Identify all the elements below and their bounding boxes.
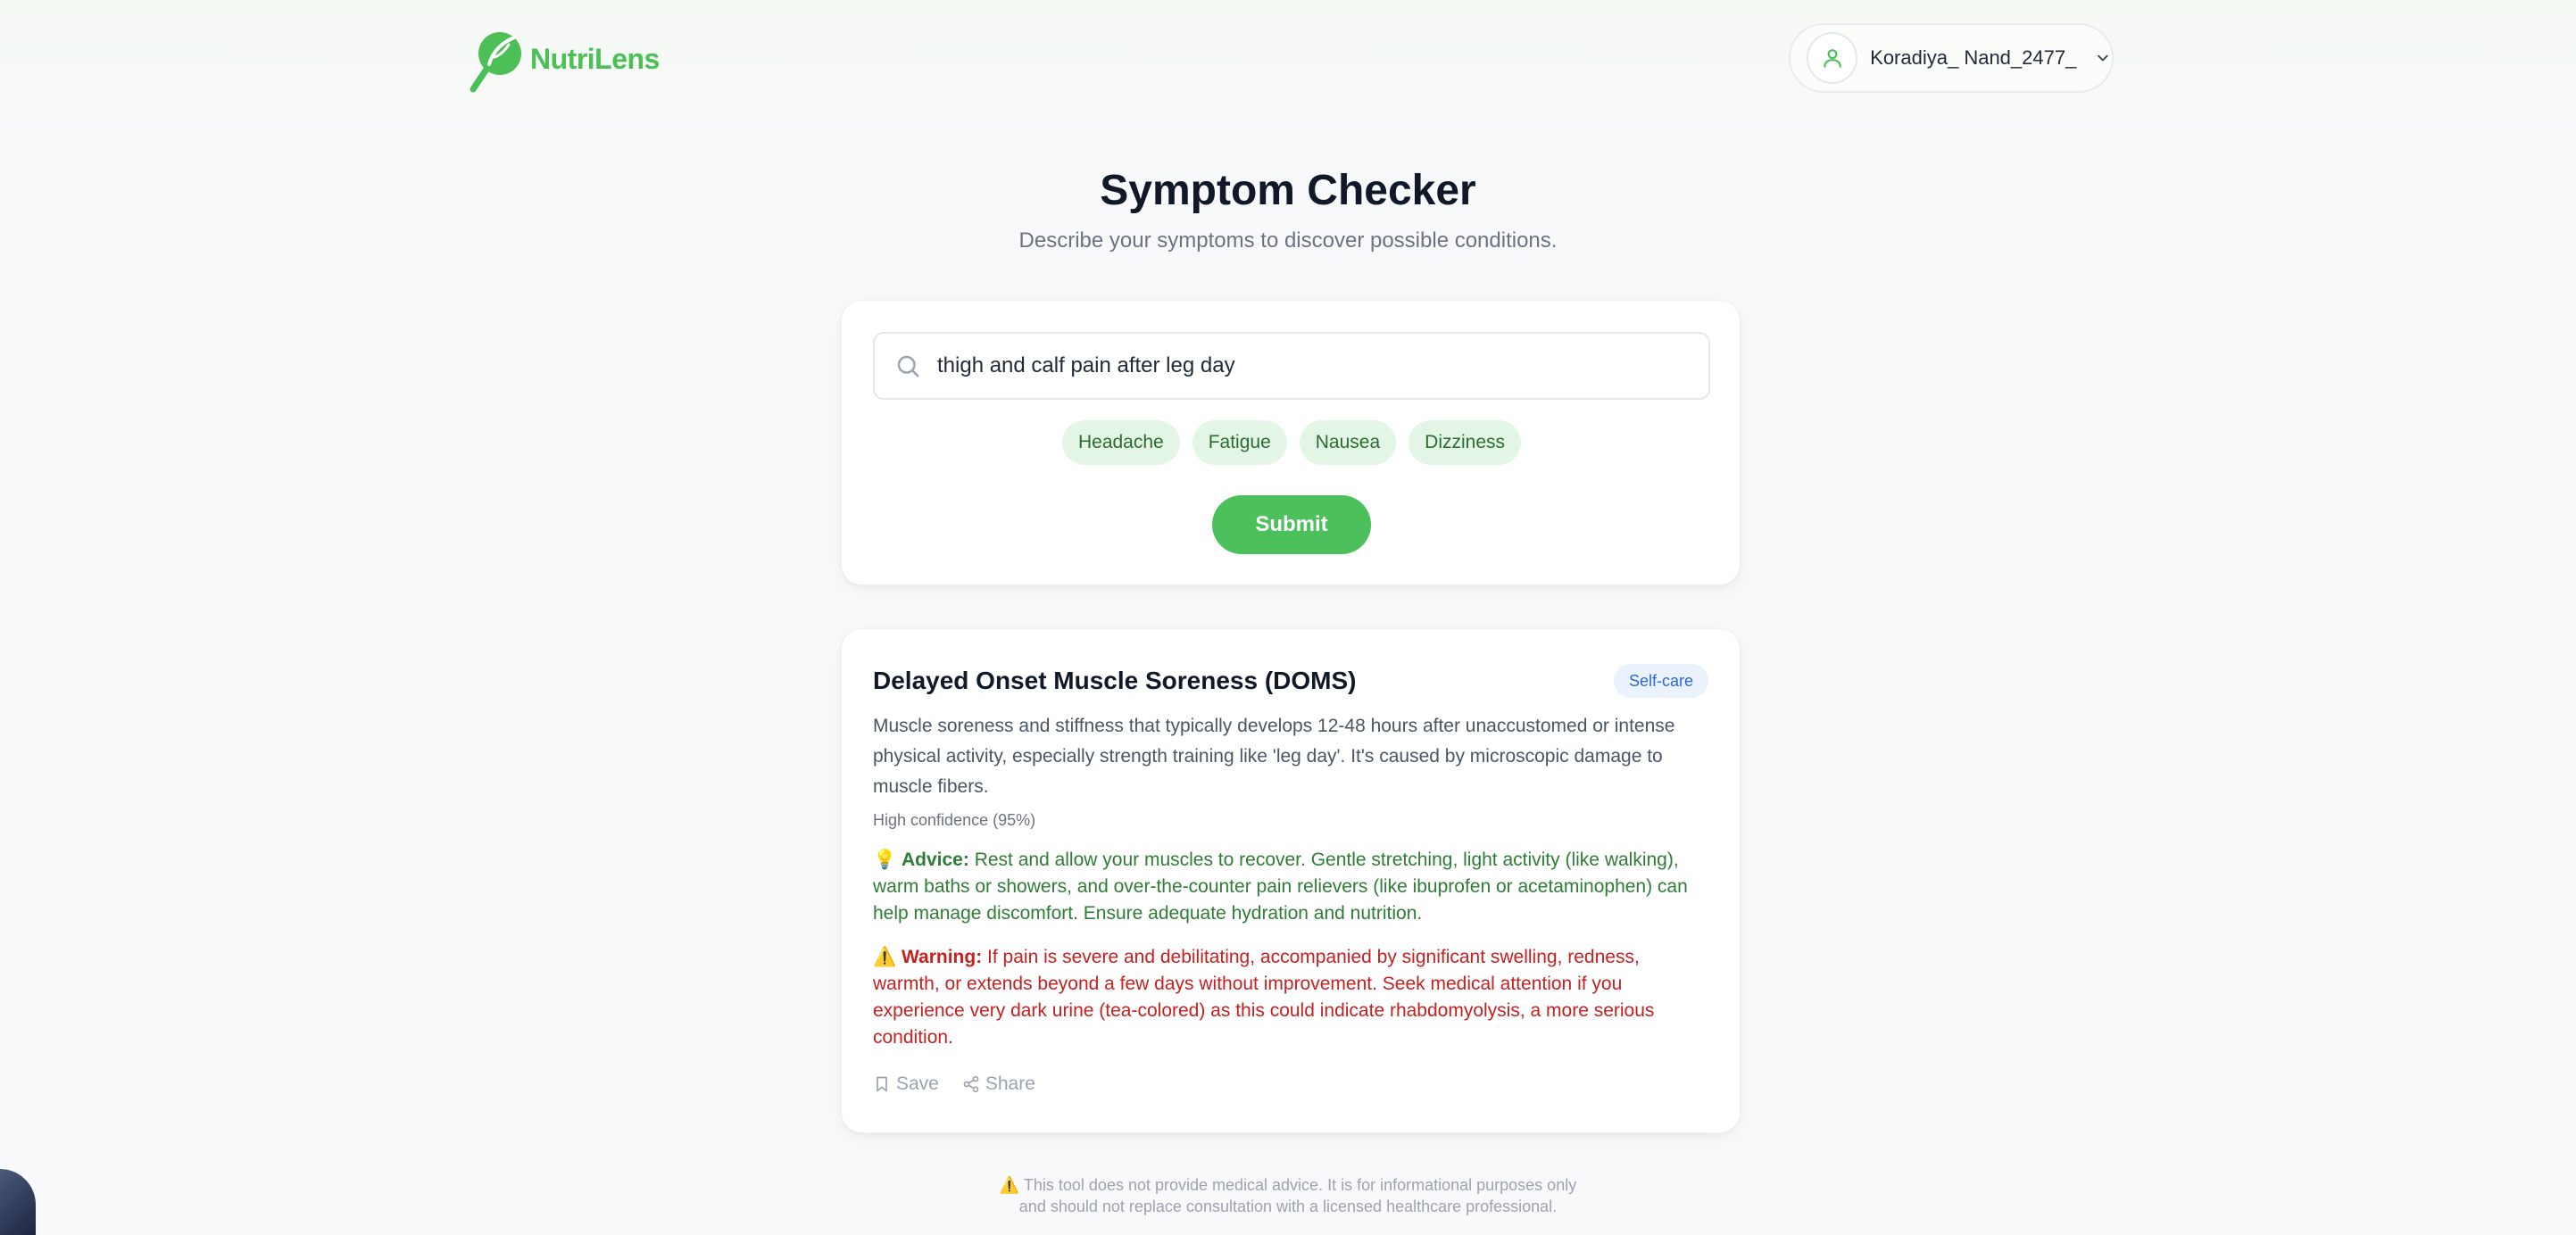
chip-nausea[interactable]: Nausea xyxy=(1299,420,1397,465)
user-menu-button[interactable]: Koradiya_ Nand_2477_ xyxy=(1789,23,2114,93)
search-icon xyxy=(897,355,919,377)
condition-description: Muscle soreness and stiffness that typic… xyxy=(873,716,1675,797)
result-card: Delayed Onset Muscle Soreness (DOMS) Sel… xyxy=(841,628,1741,1133)
condition-title: Delayed Onset Muscle Soreness (DOMS) xyxy=(873,667,1357,694)
warning-block: ⚠️ Warning: If pain is severe and debili… xyxy=(873,944,1708,1051)
disclaimer-warning-icon: ⚠️ xyxy=(999,1176,1020,1194)
symptom-search-card: Headache Fatigue Nausea Dizziness Submit xyxy=(841,300,1741,585)
avatar xyxy=(1807,32,1858,84)
chip-dizziness[interactable]: Dizziness xyxy=(1408,420,1522,465)
advice-label: Advice: xyxy=(902,850,969,870)
brand-logo[interactable]: NutriLens xyxy=(468,23,660,95)
disclaimer-line-2: and should not replace consultation with… xyxy=(1018,1198,1558,1215)
advice-text: Rest and allow your muscles to recover. … xyxy=(873,850,1688,924)
top-bar: NutriLens Koradiya_ Nand_2477_ xyxy=(0,0,2576,118)
submit-button[interactable]: Submit xyxy=(1212,495,1371,554)
brand-name: NutriLens xyxy=(530,42,660,75)
warning-text: If pain is severe and debilitating, acco… xyxy=(873,947,1655,1048)
save-label: Save xyxy=(896,1073,939,1094)
username: Koradiya_ Nand_2477_ xyxy=(1870,46,2077,69)
bookmark-icon xyxy=(877,1076,887,1092)
disclaimer-line-1: This tool does not provide medical advic… xyxy=(1023,1176,1577,1194)
chevron-down-icon xyxy=(2098,54,2108,62)
advice-block: 💡 Advice: Rest and allow your muscles to… xyxy=(873,847,1708,927)
result-actions: Save Share xyxy=(873,1073,1035,1095)
share-icon xyxy=(963,1075,979,1093)
suggestion-chips: Headache Fatigue Nausea Dizziness xyxy=(842,420,1741,465)
share-button[interactable]: Share xyxy=(962,1073,1035,1095)
chip-headache[interactable]: Headache xyxy=(1061,420,1180,465)
confidence-level: High confidence (95%) xyxy=(873,811,1036,829)
page-subtitle: Describe your symptoms to discover possi… xyxy=(1018,228,1558,253)
chip-fatigue[interactable]: Fatigue xyxy=(1192,420,1287,465)
save-button[interactable]: Save xyxy=(873,1073,939,1095)
symptom-search-input[interactable] xyxy=(935,352,1689,379)
user-icon xyxy=(1823,49,1841,68)
leaf-magnifier-icon xyxy=(469,32,521,93)
page-title: Symptom Checker xyxy=(1100,167,1476,214)
search-field[interactable] xyxy=(873,332,1710,400)
medical-disclaimer: ⚠️ This tool does not provide medical ad… xyxy=(0,1174,2576,1217)
care-level-badge: Self-care xyxy=(1613,664,1708,698)
warning-label: Warning: xyxy=(902,947,983,967)
share-label: Share xyxy=(985,1073,1035,1094)
warning-icon: ⚠️ xyxy=(873,947,897,967)
lightbulb-icon: 💡 xyxy=(873,850,897,870)
